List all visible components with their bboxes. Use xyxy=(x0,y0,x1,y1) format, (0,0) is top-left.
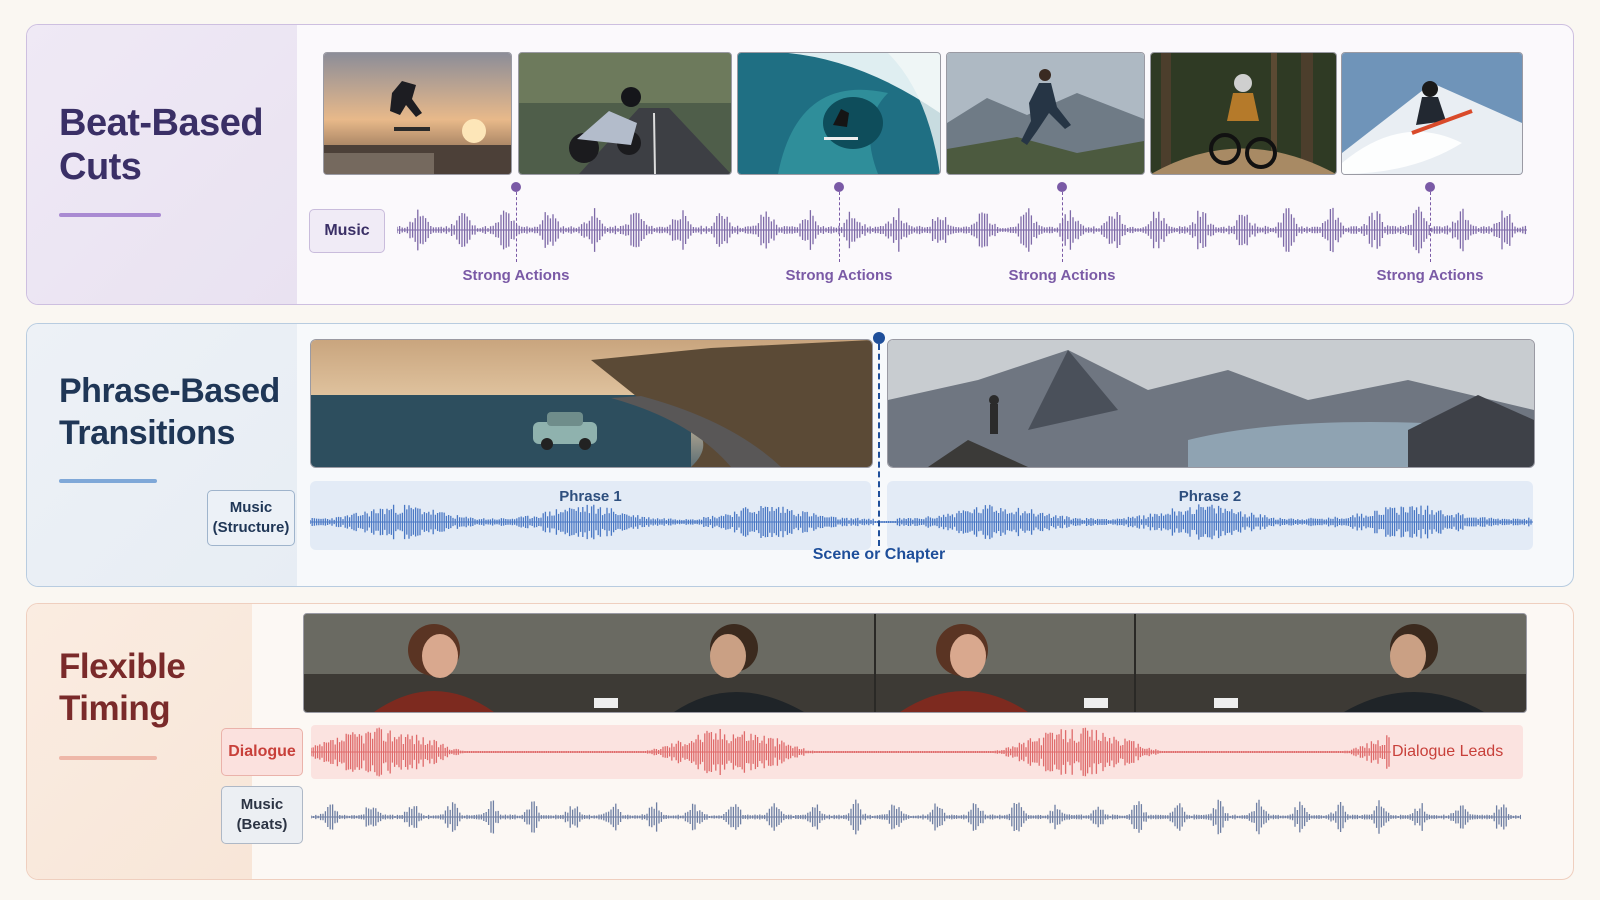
dialogue-waveform xyxy=(311,725,1391,779)
music-beats-waveform xyxy=(311,792,1521,842)
strong-action-marker[interactable] xyxy=(834,182,844,192)
strong-action-line xyxy=(1062,192,1063,262)
beat-based-underline xyxy=(59,213,161,217)
clip-surfer[interactable] xyxy=(737,52,941,175)
transition-marker-line xyxy=(878,344,880,546)
beat-based-title: Beat-Based Cuts xyxy=(59,102,264,188)
clip-skier[interactable] xyxy=(1341,52,1523,175)
strong-action-marker[interactable] xyxy=(1425,182,1435,192)
phrase-waveform xyxy=(310,494,1533,550)
phrase-based-transitions-panel: Phrase-Based Transitions Phrase 1 Phrase… xyxy=(26,323,1574,587)
music-structure-label: Music (Structure) xyxy=(207,490,295,546)
strong-action-line xyxy=(839,192,840,262)
music-waveform xyxy=(397,195,1527,265)
strong-action-line xyxy=(516,192,517,262)
strong-action-line xyxy=(1430,192,1431,262)
dialogue-leads-label: Dialogue Leads xyxy=(1392,743,1504,760)
strong-action-marker[interactable] xyxy=(511,182,521,192)
clip-coastal-car[interactable] xyxy=(310,339,873,468)
music-beats-waveform-svg xyxy=(311,799,1521,835)
beat-based-cuts-panel: Beat-Based Cuts Music Strong Actions Str… xyxy=(26,24,1574,305)
strong-action-label: Strong Actions xyxy=(1376,267,1484,284)
clip-cafe-conversation-strip[interactable] xyxy=(303,613,1527,713)
transition-label: Scene or Chapter xyxy=(812,546,946,563)
flexible-timing-sidebar: Flexible Timing xyxy=(27,604,252,879)
phrase-based-underline xyxy=(59,479,157,483)
beat-based-sidebar: Beat-Based Cuts xyxy=(27,25,297,304)
phrase-based-sidebar: Phrase-Based Transitions xyxy=(27,324,297,586)
clip-mountain-hiker[interactable] xyxy=(887,339,1535,468)
strong-action-label: Strong Actions xyxy=(1008,267,1116,284)
music-waveform-svg xyxy=(397,206,1527,254)
dialogue-waveform-svg xyxy=(311,727,1391,777)
transition-marker-dot[interactable] xyxy=(873,332,885,344)
dialogue-track-label: Dialogue xyxy=(221,728,303,776)
clip-mountain-biker[interactable] xyxy=(1150,52,1337,175)
strong-action-label: Strong Actions xyxy=(462,267,570,284)
flexible-timing-panel: Flexible Timing Dialogue Dialogue Leads … xyxy=(26,603,1574,880)
strong-action-marker[interactable] xyxy=(1057,182,1067,192)
music-track-label: Music xyxy=(309,209,385,253)
music-beats-label: Music (Beats) xyxy=(221,786,303,844)
phrase-waveform-svg xyxy=(310,504,1533,540)
flexible-timing-title: Flexible Timing xyxy=(59,647,186,728)
clip-skateboarder[interactable] xyxy=(323,52,512,175)
clip-motorcycle[interactable] xyxy=(518,52,732,175)
phrase-based-title: Phrase-Based Transitions xyxy=(59,372,280,452)
strong-action-label: Strong Actions xyxy=(785,267,893,284)
flexible-timing-underline xyxy=(59,756,157,760)
clip-trail-runner[interactable] xyxy=(946,52,1145,175)
